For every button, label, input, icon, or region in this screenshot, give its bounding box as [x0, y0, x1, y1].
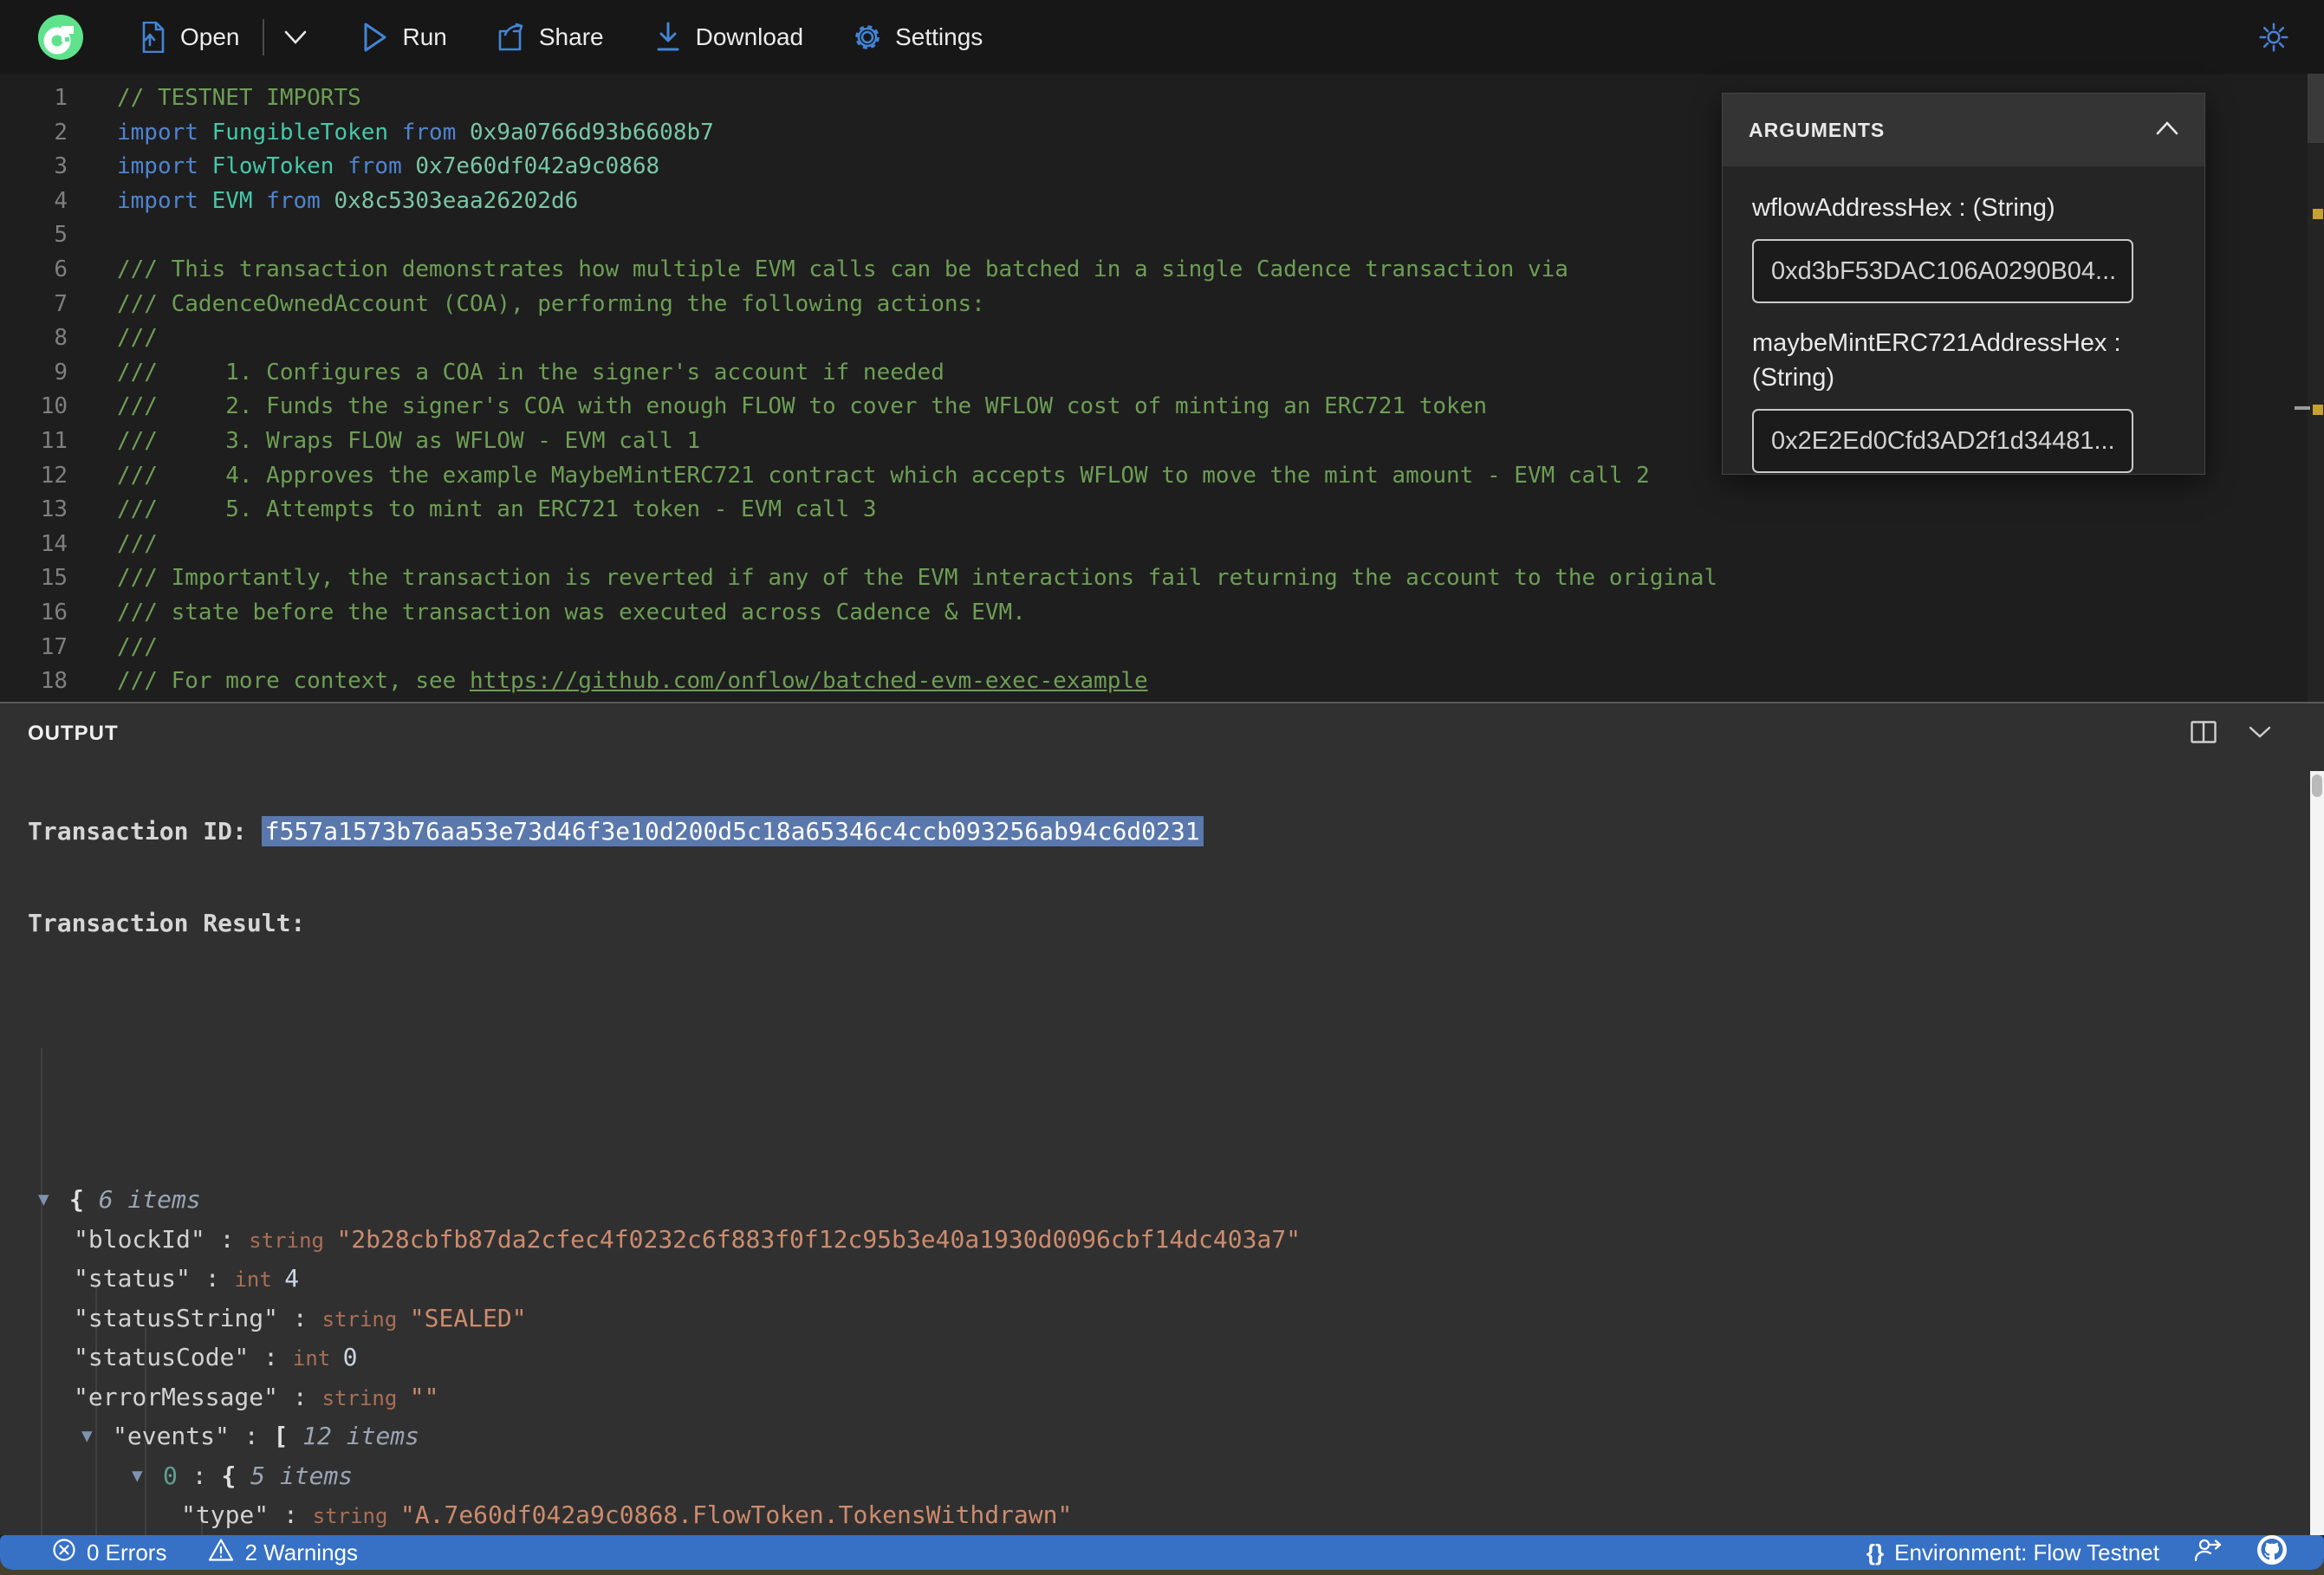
feedback-button[interactable]: [2194, 1537, 2222, 1569]
line-number: 3: [54, 153, 68, 180]
open-label: Open: [180, 23, 240, 50]
transaction-id-label: Transaction ID:: [28, 817, 262, 846]
download-button[interactable]: Download: [652, 22, 804, 53]
line-number: 6: [54, 256, 68, 282]
download-label: Download: [695, 23, 804, 50]
argument-label: wflowAddressHex : (String): [1752, 194, 2055, 222]
settings-button[interactable]: Settings: [852, 22, 983, 53]
line-number: 10: [40, 393, 68, 420]
output-panel: OUTPUT Transaction ID: f557a1573b76aa53e…: [0, 702, 2324, 1535]
settings-label: Settings: [895, 23, 983, 50]
environment-status[interactable]: {} Environment: Flow Testnet: [1866, 1539, 2159, 1566]
download-icon: [652, 22, 684, 53]
arguments-panel-header[interactable]: ARGUMENTS: [1723, 94, 2204, 166]
json-tree-row: "blockId" : string "2b28cbfb87da2cfec4f0…: [74, 1224, 1302, 1254]
collapse-triangle-icon[interactable]: ▼: [38, 1180, 49, 1220]
theme-toggle-sun-icon[interactable]: [2258, 22, 2289, 53]
line-number: 7: [54, 290, 68, 317]
code-line: 16/// state before the transaction was e…: [0, 596, 2305, 631]
status-bar: 0 Errors 2 Warnings {} Environment: Flow…: [0, 1534, 2324, 1571]
transaction-result-label: Transaction Result:: [28, 909, 306, 937]
open-file-icon: [137, 21, 168, 53]
line-number: 8: [54, 325, 68, 352]
arguments-panel-title: ARGUMENTS: [1749, 118, 1886, 141]
share-label: Share: [538, 23, 604, 50]
json-tree-row: ▼ 0 : { 5 items: [0, 1456, 2305, 1496]
github-link[interactable]: [2256, 1534, 2288, 1571]
line-number: 15: [40, 565, 68, 592]
collapse-triangle-icon[interactable]: ▼: [132, 1456, 143, 1496]
line-number: 9: [54, 359, 68, 386]
output-scrollbar[interactable]: [2310, 771, 2324, 1535]
collapse-chevron-up-icon[interactable]: [2154, 120, 2180, 140]
code-line: 14///: [0, 528, 2305, 562]
collapse-triangle-icon[interactable]: ▼: [81, 1416, 93, 1456]
run-button[interactable]: Run: [360, 22, 447, 53]
json-result-tree: ▼{ 6 items "blockId" : string "2b28cbfb87…: [0, 1008, 2305, 1535]
json-tree-row: ▼ "events" : [ 12 items: [0, 1416, 2305, 1456]
code-line: 18/// For more context, see https://gith…: [0, 664, 2305, 699]
open-button[interactable]: Open: [137, 21, 240, 53]
json-tree-row: "statusString" : string "SEALED": [74, 1303, 527, 1332]
run-play-icon: [360, 22, 391, 53]
split-view-icon[interactable]: [2191, 720, 2217, 748]
warning-marker-icon: [2313, 405, 2323, 415]
toolbar: Open Run Share Download Settings: [0, 0, 2324, 74]
errors-status[interactable]: 0 Errors: [52, 1538, 166, 1568]
warnings-status[interactable]: 2 Warnings: [208, 1538, 358, 1568]
argument-input-wflow-address[interactable]: [1752, 239, 2133, 303]
line-number: 17: [40, 633, 68, 660]
line-number: 14: [40, 530, 68, 557]
output-title: OUTPUT: [28, 722, 119, 745]
argument-input-maybemint-address[interactable]: [1752, 409, 2133, 473]
transaction-id-line: Transaction ID: f557a1573b76aa53e73d46f3…: [0, 814, 2305, 849]
argument-label: maybeMintERC721AddressHex : (String): [1752, 329, 2121, 392]
code-line: 15/// Importantly, the transaction is re…: [0, 561, 2305, 596]
share-icon: [496, 22, 527, 53]
output-scrollbar-thumb[interactable]: [2312, 775, 2322, 797]
errors-label: 0 Errors: [87, 1539, 167, 1565]
github-icon: [2256, 1534, 2288, 1571]
flow-logo-icon[interactable]: [38, 14, 83, 60]
line-number: 1: [54, 85, 68, 111]
line-number: 4: [54, 187, 68, 214]
collapse-output-chevron-icon[interactable]: [2248, 725, 2272, 743]
braces-icon: {}: [1866, 1539, 1885, 1565]
json-tree-row: "status" : int 4: [74, 1264, 300, 1293]
share-button[interactable]: Share: [496, 22, 604, 53]
output-content: Transaction ID: f557a1573b76aa53e73d46f3…: [0, 757, 2305, 1535]
line-number: 12: [40, 462, 68, 489]
warning-marker-icon: [2313, 209, 2323, 219]
output-panel-header: OUTPUT: [0, 703, 2324, 764]
json-tree-row: "statusCode" : int 0: [74, 1343, 358, 1371]
transaction-id-value: f557a1573b76aa53e73d46f3e10d200d5c18a653…: [261, 816, 1204, 846]
editor-scrollbar-thumb[interactable]: [2308, 74, 2324, 143]
json-tree-row: ▼{ 6 items: [0, 1180, 2305, 1220]
open-dropdown-chevron-icon[interactable]: [280, 22, 311, 53]
arguments-panel-body: wflowAddressHex : (String) maybeMintERC7…: [1723, 166, 2204, 520]
run-label: Run: [402, 23, 447, 50]
line-number: 13: [40, 496, 68, 523]
code-line: 17///: [0, 631, 2305, 665]
line-number: 5: [54, 222, 68, 249]
toolbar-divider: [262, 18, 264, 55]
gear-icon: [852, 22, 883, 53]
editor-scrollbar[interactable]: [2308, 74, 2324, 703]
json-tree-row: "type" : string "A.7e60df042a9c0868.Flow…: [181, 1500, 1073, 1529]
code-link[interactable]: https://github.com/onflow/batched-evm-ex…: [470, 668, 1148, 694]
warnings-label: 2 Warnings: [244, 1539, 359, 1565]
environment-label: Environment: Flow Testnet: [1894, 1539, 2159, 1565]
line-number: 16: [40, 599, 68, 625]
line-number: 18: [40, 668, 68, 695]
json-tree-row: "errorMessage" : string "": [74, 1382, 439, 1411]
error-icon: [52, 1538, 76, 1568]
person-feedback-icon: [2194, 1537, 2222, 1569]
ruler-tick: [2295, 406, 2310, 410]
line-number: 11: [40, 427, 68, 454]
warning-icon: [208, 1538, 234, 1568]
arguments-panel: ARGUMENTS wflowAddressHex : (String) may…: [1722, 93, 2205, 475]
line-number: 2: [54, 119, 68, 146]
app-window: Open Run Share Download Settings 1 // TE…: [0, 0, 2324, 1570]
